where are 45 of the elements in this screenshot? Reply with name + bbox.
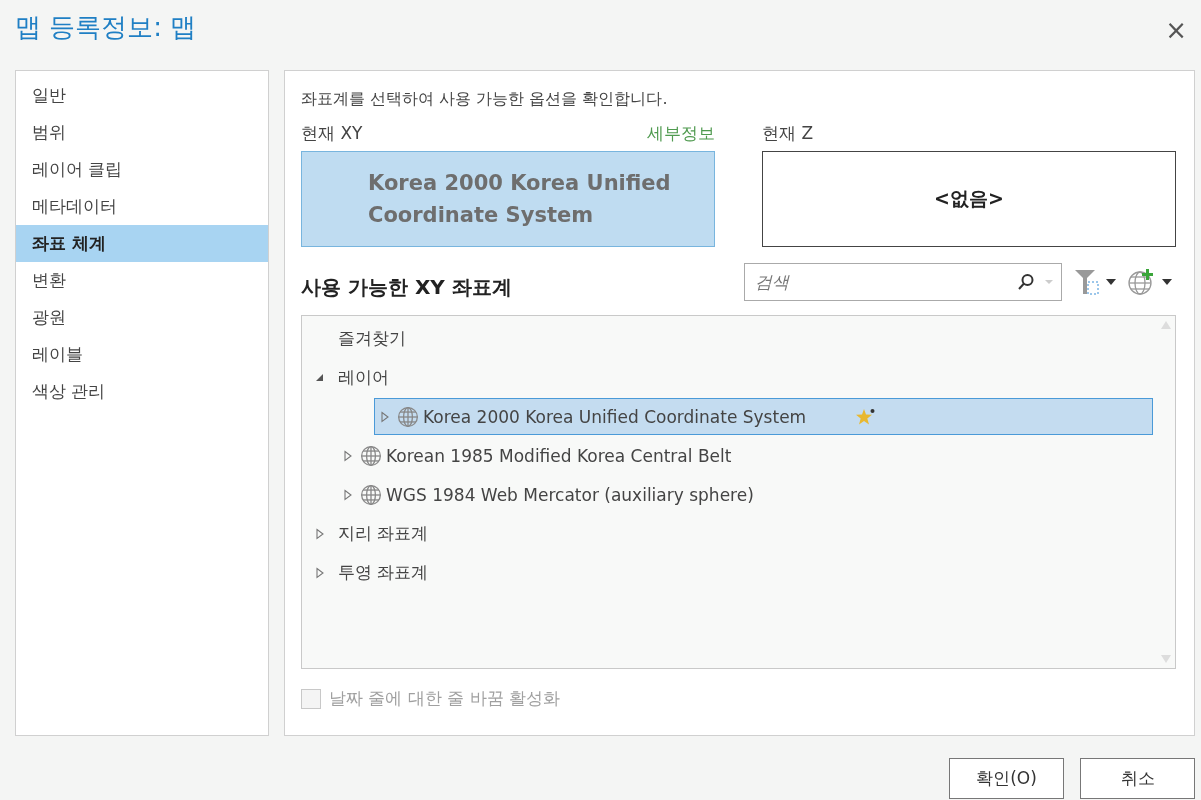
filter-dropdown-button[interactable] — [1074, 268, 1116, 296]
sidebar-item[interactable]: 메타데이터 — [16, 188, 268, 225]
sidebar-item[interactable]: 범위 — [16, 114, 268, 151]
current-xy-value: Korea 2000 Korea Unified Coordinate System — [301, 151, 715, 247]
expand-arrow-icon[interactable] — [380, 410, 390, 423]
globe-icon — [360, 483, 382, 506]
details-link[interactable]: 세부정보 — [647, 122, 715, 145]
sidebar-item[interactable]: 일반 — [16, 77, 268, 114]
section-heading: 사용 가능한 XY 좌표계 — [301, 273, 512, 301]
checkbox-label: 날짜 줄에 대한 줄 바꿈 활성화 — [329, 687, 561, 710]
sidebar-item[interactable]: 색상 관리 — [16, 373, 268, 410]
tree-row[interactable]: WGS 1984 Web Mercator (auxiliary sphere) — [302, 476, 1175, 513]
current-z-value: <없음> — [762, 151, 1176, 247]
search-icon[interactable] — [1017, 273, 1035, 291]
dialog-button[interactable]: 취소 — [1080, 758, 1195, 799]
dialog-title: 맵 등록정보: 맵 — [15, 10, 197, 44]
dialog-button[interactable]: 확인(O) — [949, 758, 1064, 799]
expand-arrow-icon[interactable] — [343, 488, 353, 501]
tree-row[interactable]: 지리 좌표계 — [302, 515, 1175, 552]
tree-row[interactable]: Korea 2000 Korea Unified Coordinate System — [374, 398, 1153, 435]
tree-row[interactable]: 레이어 — [302, 359, 1175, 396]
expand-arrow-icon[interactable] — [315, 566, 325, 579]
sidebar-item[interactable]: 변환 — [16, 262, 268, 299]
tree-row[interactable]: 투영 좌표계 — [302, 554, 1175, 591]
close-button[interactable]: × — [1161, 15, 1191, 45]
current-xy-label: 현재 XY — [301, 122, 363, 145]
globe-icon — [397, 405, 419, 428]
search-field[interactable]: 검색 — [744, 263, 1062, 301]
sidebar-item[interactable]: 레이어 클립 — [16, 151, 268, 188]
tree-row[interactable]: 즐겨찾기 — [302, 320, 1175, 357]
current-z-label: 현재 Z — [762, 122, 814, 145]
expand-arrow-icon[interactable] — [315, 527, 325, 540]
add-coordinate-system-button[interactable] — [1128, 268, 1172, 296]
globe-plus-icon — [1128, 268, 1156, 296]
caret-icon — [1106, 279, 1116, 285]
filter-icon — [1074, 268, 1100, 296]
search-input[interactable]: 검색 — [753, 271, 1017, 293]
sidebar-item[interactable]: 레이블 — [16, 336, 268, 373]
sidebar-item[interactable]: 광원 — [16, 299, 268, 336]
sidebar-item[interactable]: 좌표 체계 — [16, 225, 268, 262]
instruction-text: 좌표계를 선택하여 사용 가능한 옵션을 확인합니다. — [301, 89, 669, 110]
caret-icon — [1162, 279, 1172, 285]
tree-row[interactable]: Korean 1985 Modified Korea Central Belt — [302, 437, 1175, 474]
globe-icon — [360, 444, 382, 467]
expand-arrow-icon[interactable] — [343, 449, 353, 462]
